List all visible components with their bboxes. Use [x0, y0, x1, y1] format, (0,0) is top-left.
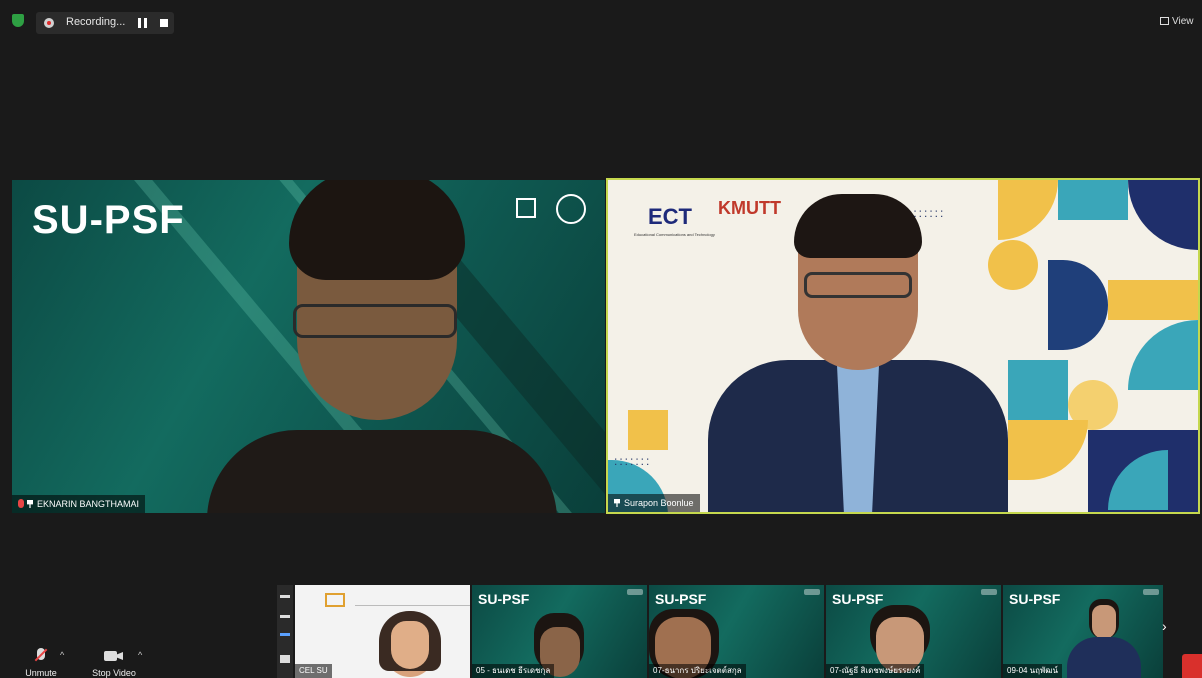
- thumbnail-brand: SU-PSF: [478, 591, 530, 607]
- shield-icon[interactable]: [12, 14, 24, 27]
- ect-logo: ECT: [648, 204, 692, 229]
- end-meeting-button[interactable]: [1182, 654, 1202, 678]
- chevron-up-icon[interactable]: ^: [60, 650, 64, 660]
- record-icon: [44, 18, 54, 28]
- pin-icon: [614, 499, 620, 507]
- recording-indicator: Recording...: [36, 12, 174, 34]
- thumbnail-tile[interactable]: SU-PSF 05 - ธนเดช ธีรเดชกุล: [472, 585, 647, 678]
- chevron-right-icon[interactable]: ›: [1162, 618, 1176, 636]
- thumbnail-tile[interactable]: SU-PSF 07-ธนากร ปริยะเจตต์สกุล: [649, 585, 824, 678]
- view-icon: [1160, 17, 1169, 25]
- video-tile-eknarin[interactable]: SU-PSF EKNARIN BANGTHAMAI: [12, 180, 605, 513]
- thumbnail-tile[interactable]: CEL SU: [295, 585, 470, 678]
- chevron-up-icon[interactable]: ^: [138, 650, 142, 660]
- stop-icon[interactable]: [160, 19, 168, 27]
- unmute-label: Unmute: [25, 668, 57, 678]
- thumbnail-tile[interactable]: SU-PSF 07-ณัฐธี สิเดชพงษ์ยรรยงค์: [826, 585, 1001, 678]
- thumbnail-brand: SU-PSF: [1009, 591, 1061, 607]
- thumbnail-name: 07-ธนากร ปริยะเจตต์สกุล: [649, 664, 746, 678]
- organization-logos: [512, 194, 590, 228]
- thumbnail-name: 05 - ธนเดช ธีรเดชกุล: [472, 664, 555, 678]
- thumbnail-brand: SU-PSF: [832, 591, 884, 607]
- mic-muted-icon: [32, 648, 50, 664]
- participant-video: [207, 180, 557, 513]
- mic-muted-icon: [18, 499, 24, 508]
- participant-video: [708, 194, 1008, 512]
- recording-label: Recording...: [66, 16, 126, 28]
- thumbnail-name: 07-ณัฐธี สิเดชพงษ์ยรรยงค์: [826, 664, 925, 678]
- pin-icon: [27, 500, 33, 508]
- thumbnail-brand: SU-PSF: [655, 591, 707, 607]
- gallery-strip: CEL SU SU-PSF 05 - ธนเดช ธีรเดชกุล SU-PS…: [277, 585, 1182, 678]
- view-button[interactable]: View: [1160, 16, 1198, 30]
- video-tile-surapon[interactable]: ::::::: ::::::: ECT Educational Communic…: [606, 178, 1200, 514]
- brand-text: SU-PSF: [32, 198, 185, 242]
- view-label: View: [1172, 16, 1194, 27]
- thumbnail-name: 09-04 นฤพัฒน์: [1003, 664, 1062, 678]
- pause-icon[interactable]: [138, 18, 148, 28]
- video-camera-icon: [103, 648, 125, 664]
- participant-name: Surapon Boonlue: [624, 498, 694, 508]
- thumbnail-tile[interactable]: SU-PSF 09-04 นฤพัฒน์: [1003, 585, 1163, 678]
- unmute-button[interactable]: ^ Unmute: [16, 648, 66, 678]
- top-bar: Recording... View: [0, 0, 1202, 40]
- stop-video-button[interactable]: ^ Stop Video: [86, 648, 142, 678]
- participant-name: EKNARIN BANGTHAMAI: [37, 499, 140, 509]
- participant-name-tag: EKNARIN BANGTHAMAI: [12, 495, 146, 513]
- thumbnail-name: CEL SU: [295, 664, 332, 678]
- stop-video-label: Stop Video: [92, 668, 136, 678]
- participant-name-tag: Surapon Boonlue: [608, 494, 700, 512]
